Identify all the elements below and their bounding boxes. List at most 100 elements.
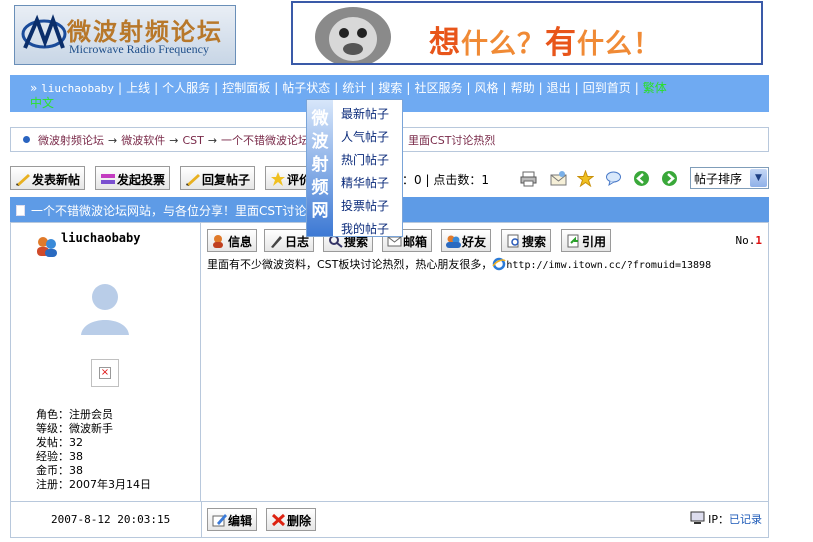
slogan-part3: 有 bbox=[545, 25, 577, 61]
menu-item-popular[interactable]: 人气帖子 bbox=[341, 128, 389, 151]
reply-button[interactable]: 回复帖子 bbox=[180, 166, 256, 190]
slogan-part4: 什么！ bbox=[577, 29, 661, 60]
computer-icon bbox=[690, 511, 705, 524]
nav-links: » liuchaobaby | 上线 | 个人服务 | 控制面板 | 帖子状态 | 统计 | 搜索 | 社区… bbox=[30, 81, 667, 95]
author-posts: 发帖：32 bbox=[36, 436, 83, 449]
nav-item-community[interactable]: 社区服务 bbox=[414, 81, 462, 95]
edit-icon bbox=[212, 514, 227, 527]
orangutan-image bbox=[315, 7, 391, 63]
post-table: liuchaobaby × 角色：注册会员 等级：微波新手 发帖：32 经验：3… bbox=[10, 222, 769, 538]
post-footer: 2007-8-12 20:03:15 编辑 删除 IP：已记录 bbox=[11, 501, 768, 538]
menu-item-hot[interactable]: 热门帖子 bbox=[341, 151, 389, 174]
post-body: 信息 日志 搜索 邮箱 好友 搜索 引用 No.1 里面有不少微波资料，CST板… bbox=[201, 223, 768, 501]
edit-button[interactable]: 编辑 bbox=[207, 508, 258, 531]
quote-label: 引用 bbox=[582, 235, 607, 249]
post-number-value: 1 bbox=[755, 234, 762, 247]
menu-item-digest[interactable]: 精华帖子 bbox=[341, 174, 389, 197]
info-button[interactable]: 信息 bbox=[207, 229, 258, 252]
thread-stats: 数：0 | 点击数：1 bbox=[390, 171, 489, 188]
slogan-part1: 想 bbox=[429, 25, 461, 61]
ip-info: IP：已记录 bbox=[690, 511, 762, 527]
user-info-icon bbox=[213, 235, 223, 248]
nav-item-chinese[interactable]: 中文 bbox=[30, 94, 54, 111]
menu-item-poll[interactable]: 投票帖子 bbox=[341, 197, 389, 220]
crumb-forum[interactable]: 微波射频论坛 bbox=[38, 134, 104, 147]
author-role: 角色：注册会员 bbox=[36, 408, 113, 421]
search-button[interactable]: 搜索 bbox=[501, 229, 552, 252]
pen-icon bbox=[186, 174, 200, 186]
info-label: 信息 bbox=[228, 235, 253, 249]
logo-mark-icon bbox=[21, 14, 67, 49]
rate-button[interactable]: 评价 bbox=[265, 166, 307, 190]
post-link[interactable]: http://imw.itown.cc/?fromuid=13898 bbox=[506, 260, 711, 271]
author-exp: 经验：38 bbox=[36, 450, 83, 463]
favorite-star-icon[interactable] bbox=[577, 170, 594, 187]
avatar[interactable] bbox=[73, 275, 137, 339]
print-icon[interactable] bbox=[520, 170, 537, 187]
edit-label: 编辑 bbox=[228, 514, 253, 528]
nav-bullet: » bbox=[30, 81, 38, 95]
users-icon bbox=[37, 237, 57, 257]
nav-item-personal[interactable]: 个人服务 bbox=[162, 81, 210, 95]
banner-slogan: 想什么？有什么！ bbox=[429, 17, 661, 62]
nav-item-logout[interactable]: 退出 bbox=[547, 81, 571, 95]
nav-item-stats[interactable]: 统计 bbox=[342, 81, 366, 95]
author-info: 角色：注册会员 等级：微波新手 发帖：32 经验：38 金币：38 注册：200… bbox=[36, 408, 151, 492]
clicks-count: 1 bbox=[481, 173, 489, 187]
menu-item-mine[interactable]: 我的帖子 bbox=[341, 220, 389, 243]
author-name[interactable]: liuchaobaby bbox=[61, 231, 151, 245]
new-post-label: 发表新帖 bbox=[32, 173, 81, 187]
nav-item-traditional[interactable]: 繁体 bbox=[643, 81, 667, 95]
nav-item-style[interactable]: 风格 bbox=[475, 81, 499, 95]
pencil-icon bbox=[271, 236, 282, 248]
post-number-label: No. bbox=[735, 234, 756, 247]
ip-label: IP： bbox=[708, 513, 729, 526]
nav-item-search[interactable]: 搜索 bbox=[378, 81, 402, 95]
prev-thread-icon[interactable] bbox=[633, 170, 650, 187]
new-post-button[interactable]: 发表新帖 bbox=[10, 166, 86, 190]
quote-button[interactable]: 引用 bbox=[561, 229, 612, 252]
crumb-cst[interactable]: CST bbox=[182, 134, 203, 147]
broken-image-icon: × bbox=[91, 359, 119, 387]
sort-select[interactable]: 帖子排序 ▼ bbox=[690, 167, 769, 189]
sort-value: 帖子排序 bbox=[694, 172, 743, 186]
quote-icon bbox=[567, 234, 579, 248]
menu-side-label: 微波射频网 bbox=[307, 100, 333, 236]
post-date: 2007-8-12 20:03:15 bbox=[51, 513, 171, 526]
friend-button[interactable]: 好友 bbox=[441, 229, 492, 252]
menu-item-latest[interactable]: 最新帖子 bbox=[341, 105, 389, 128]
delete-x-icon bbox=[271, 513, 286, 527]
nav-item-control-panel[interactable]: 控制面板 bbox=[222, 81, 270, 95]
thread-title: 一个不错微波论坛网站，与各位分享！里面CST讨论热烈 bbox=[31, 204, 331, 218]
new-poll-label: 发起投票 bbox=[117, 173, 166, 187]
author-level: 等级：微波新手 bbox=[36, 422, 113, 435]
comment-icon[interactable] bbox=[605, 170, 622, 187]
nav-item-online[interactable]: 上线 bbox=[126, 81, 150, 95]
next-thread-icon[interactable] bbox=[661, 170, 678, 187]
clicks-label: 点击数： bbox=[433, 173, 482, 187]
author-panel: liuchaobaby × 角色：注册会员 等级：微波新手 发帖：32 经验：3… bbox=[11, 223, 201, 501]
post-number: No.1 bbox=[736, 234, 763, 247]
bullet-icon bbox=[23, 136, 30, 143]
author-registered: 注册：2007年3月14日 bbox=[36, 478, 151, 491]
mailbox-label: 邮箱 bbox=[403, 235, 428, 249]
email-icon[interactable] bbox=[550, 170, 567, 187]
new-poll-button[interactable]: 发起投票 bbox=[95, 166, 171, 190]
document-search-icon bbox=[507, 234, 519, 248]
delete-button[interactable]: 删除 bbox=[266, 508, 317, 531]
document-icon bbox=[16, 205, 25, 216]
crumb-software[interactable]: 微波软件 bbox=[121, 134, 165, 147]
poll-icon bbox=[101, 174, 115, 184]
forum-logo[interactable]: 微波射频论坛 Microwave Radio Frequency bbox=[14, 5, 236, 65]
nav-item-home[interactable]: 回到首页 bbox=[583, 81, 631, 95]
blog-label: 日志 bbox=[285, 235, 310, 249]
star-icon bbox=[271, 172, 285, 186]
ip-value[interactable]: 已记录 bbox=[729, 513, 762, 526]
delete-label: 删除 bbox=[287, 514, 312, 528]
nav-item-help[interactable]: 帮助 bbox=[511, 81, 535, 95]
nav-item-post-status[interactable]: 帖子状态 bbox=[282, 81, 330, 95]
chevron-down-icon[interactable]: ▼ bbox=[750, 169, 767, 187]
slogan-part2: 什么？ bbox=[461, 29, 545, 60]
friends-icon bbox=[446, 235, 461, 248]
ad-banner[interactable]: 想什么？有什么！ bbox=[291, 1, 763, 65]
